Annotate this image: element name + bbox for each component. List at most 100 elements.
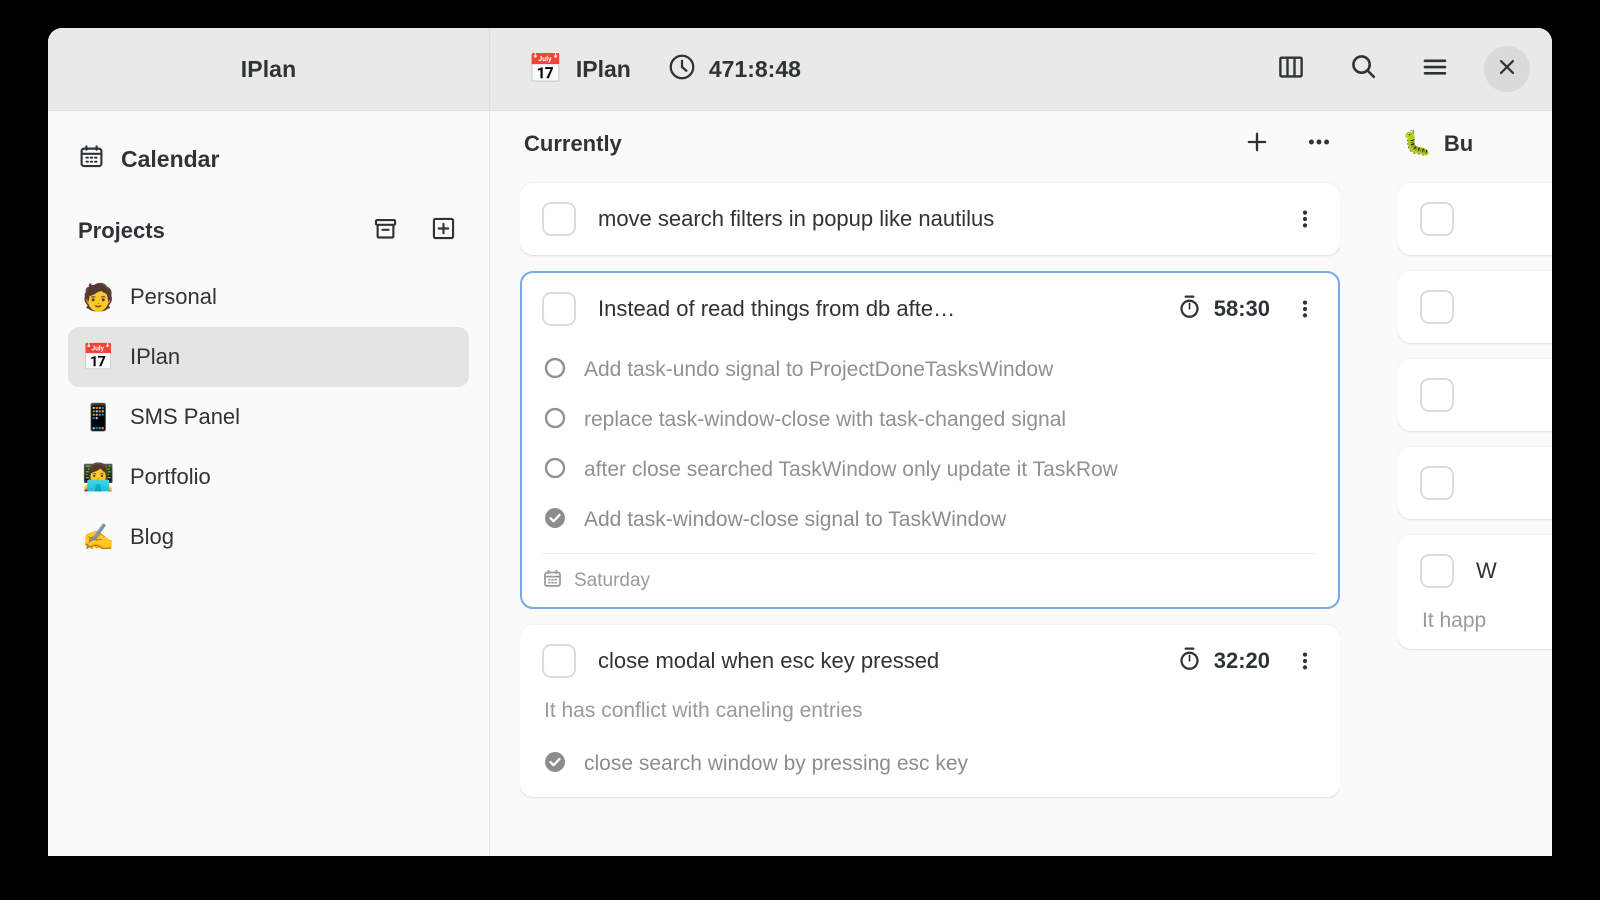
sidebar-item-personal[interactable]: 🧑 Personal bbox=[68, 267, 469, 327]
task-checkbox[interactable] bbox=[542, 644, 576, 678]
sidebar-item-calendar[interactable]: Calendar bbox=[68, 133, 469, 185]
sidebar-item-sms-panel[interactable]: 📱 SMS Panel bbox=[68, 387, 469, 447]
task-card[interactable] bbox=[1398, 359, 1552, 431]
task-checkbox[interactable] bbox=[542, 202, 576, 236]
stopwatch-icon bbox=[1176, 645, 1203, 677]
project-label: IPlan bbox=[130, 344, 180, 370]
calendar-icon bbox=[78, 143, 105, 175]
column-title: Currently bbox=[524, 131, 622, 157]
task-card[interactable] bbox=[1398, 447, 1552, 519]
task-header-row bbox=[1420, 447, 1552, 519]
circle-unchecked-icon bbox=[542, 455, 568, 486]
add-project-button[interactable] bbox=[427, 215, 459, 247]
circle-unchecked-icon bbox=[542, 405, 568, 436]
plus-box-icon bbox=[430, 215, 457, 247]
column-title: Bu bbox=[1444, 131, 1473, 157]
task-description: It has conflict with caneling entries bbox=[542, 697, 1318, 739]
project-label: SMS Panel bbox=[130, 404, 240, 430]
menu-button[interactable] bbox=[1412, 46, 1458, 92]
person-emoji-icon: 🧑 bbox=[82, 284, 112, 310]
task-card[interactable]: close modal when esc key pressed 3 bbox=[520, 625, 1340, 797]
task-timer[interactable]: 58:30 bbox=[1176, 293, 1270, 325]
task-menu-button[interactable] bbox=[1292, 207, 1318, 231]
column-actions bbox=[1240, 127, 1336, 161]
task-menu-button[interactable] bbox=[1292, 649, 1318, 673]
task-card[interactable]: W It happ bbox=[1398, 535, 1552, 649]
task-card-selected[interactable]: Instead of read things from db afte… bbox=[520, 271, 1340, 609]
task-description: It happ bbox=[1420, 607, 1552, 649]
bug-emoji-icon: 🐛 bbox=[1402, 132, 1432, 156]
task-card[interactable] bbox=[1398, 183, 1552, 255]
task-checkbox[interactable] bbox=[1420, 290, 1454, 324]
add-task-button[interactable] bbox=[1240, 127, 1274, 161]
subtask-item[interactable]: after close searched TaskWindow only upd… bbox=[542, 445, 1318, 495]
column-header: Currently bbox=[520, 111, 1340, 177]
task-header-row: close modal when esc key pressed 3 bbox=[542, 625, 1318, 697]
subtask-item-done[interactable]: close search window by pressing esc key bbox=[542, 739, 1318, 789]
search-button[interactable] bbox=[1340, 46, 1386, 92]
task-timer[interactable]: 32:20 bbox=[1176, 645, 1270, 677]
subtask-label: Add task-undo signal to ProjectDoneTasks… bbox=[584, 358, 1053, 382]
task-timer-value: 32:20 bbox=[1214, 648, 1270, 674]
task-card[interactable]: move search filters in popup like nautil… bbox=[520, 183, 1340, 255]
sidebar: Calendar Projects bbox=[48, 111, 490, 856]
task-timer-value: 58:30 bbox=[1214, 296, 1270, 322]
task-columns: Currently bbox=[490, 111, 1552, 856]
task-checkbox[interactable] bbox=[1420, 378, 1454, 412]
writing-hand-emoji-icon: ✍️ bbox=[82, 524, 112, 550]
archive-button[interactable] bbox=[369, 215, 401, 247]
column-title-wrap: 🐛 Bu bbox=[1402, 131, 1473, 157]
technologist-emoji-icon: 👩‍💻 bbox=[82, 464, 112, 490]
sidebar-item-portfolio[interactable]: 👩‍💻 Portfolio bbox=[68, 447, 469, 507]
current-project[interactable]: 📅 IPlan bbox=[528, 55, 631, 83]
subtask-label: after close searched TaskWindow only upd… bbox=[584, 458, 1118, 482]
close-icon bbox=[1496, 56, 1518, 83]
sidebar-item-iplan[interactable]: 📅 IPlan bbox=[68, 327, 469, 387]
task-name: Instead of read things from db afte… bbox=[598, 296, 1154, 322]
task-name: close modal when esc key pressed bbox=[598, 648, 1154, 674]
columns-view-button[interactable] bbox=[1268, 46, 1314, 92]
projects-list: 🧑 Personal 📅 IPlan 📱 SMS Panel 👩‍💻 Portf… bbox=[68, 267, 469, 567]
window-body: Calendar Projects bbox=[48, 111, 1552, 856]
subtask-item-done[interactable]: Add task-window-close signal to TaskWind… bbox=[542, 495, 1318, 545]
project-label: Personal bbox=[130, 284, 217, 310]
ellipsis-horizontal-icon bbox=[1305, 128, 1333, 161]
hamburger-icon bbox=[1420, 52, 1450, 87]
ellipsis-vertical-icon bbox=[1293, 207, 1317, 231]
calendar-emoji-icon: 📅 bbox=[528, 55, 563, 83]
column-task-list[interactable]: move search filters in popup like nautil… bbox=[520, 177, 1340, 856]
projects-header: Projects bbox=[68, 215, 469, 247]
mobile-phone-emoji-icon: 📱 bbox=[82, 404, 112, 430]
column-menu-button[interactable] bbox=[1302, 127, 1336, 161]
project-timer-value: 471:8:48 bbox=[709, 56, 801, 83]
subtask-item[interactable]: Add task-undo signal to ProjectDoneTasks… bbox=[542, 345, 1318, 395]
column-currently: Currently bbox=[490, 111, 1368, 856]
ellipsis-vertical-icon bbox=[1293, 297, 1317, 321]
task-header-row: Instead of read things from db afte… bbox=[542, 273, 1318, 345]
sidebar-calendar-label: Calendar bbox=[121, 146, 219, 173]
content-header: 📅 IPlan 471:8:48 bbox=[490, 28, 1552, 110]
task-name: move search filters in popup like nautil… bbox=[598, 206, 1270, 232]
close-button[interactable] bbox=[1484, 46, 1530, 92]
columns-icon bbox=[1276, 52, 1306, 87]
task-checkbox[interactable] bbox=[542, 292, 576, 326]
task-checkbox[interactable] bbox=[1420, 554, 1454, 588]
project-timer[interactable]: 471:8:48 bbox=[667, 52, 801, 87]
circle-unchecked-icon bbox=[542, 355, 568, 386]
sidebar-item-blog[interactable]: ✍️ Blog bbox=[68, 507, 469, 567]
task-menu-button[interactable] bbox=[1292, 297, 1318, 321]
task-date-footer[interactable]: Saturday bbox=[542, 553, 1318, 607]
task-checkbox[interactable] bbox=[1420, 202, 1454, 236]
subtask-item[interactable]: replace task-window-close with task-chan… bbox=[542, 395, 1318, 445]
column-task-list[interactable]: W It happ bbox=[1398, 177, 1552, 856]
task-checkbox[interactable] bbox=[1420, 466, 1454, 500]
calendar-emoji-icon: 📅 bbox=[82, 344, 112, 370]
sidebar-header: IPlan bbox=[48, 28, 490, 110]
projects-header-actions bbox=[369, 215, 459, 247]
plus-icon bbox=[1243, 128, 1271, 161]
projects-title: Projects bbox=[78, 218, 165, 244]
task-header-row bbox=[1420, 183, 1552, 255]
task-card[interactable] bbox=[1398, 271, 1552, 343]
column-header: 🐛 Bu bbox=[1398, 111, 1552, 177]
app-window: IPlan 📅 IPlan 471:8:48 bbox=[48, 28, 1552, 856]
